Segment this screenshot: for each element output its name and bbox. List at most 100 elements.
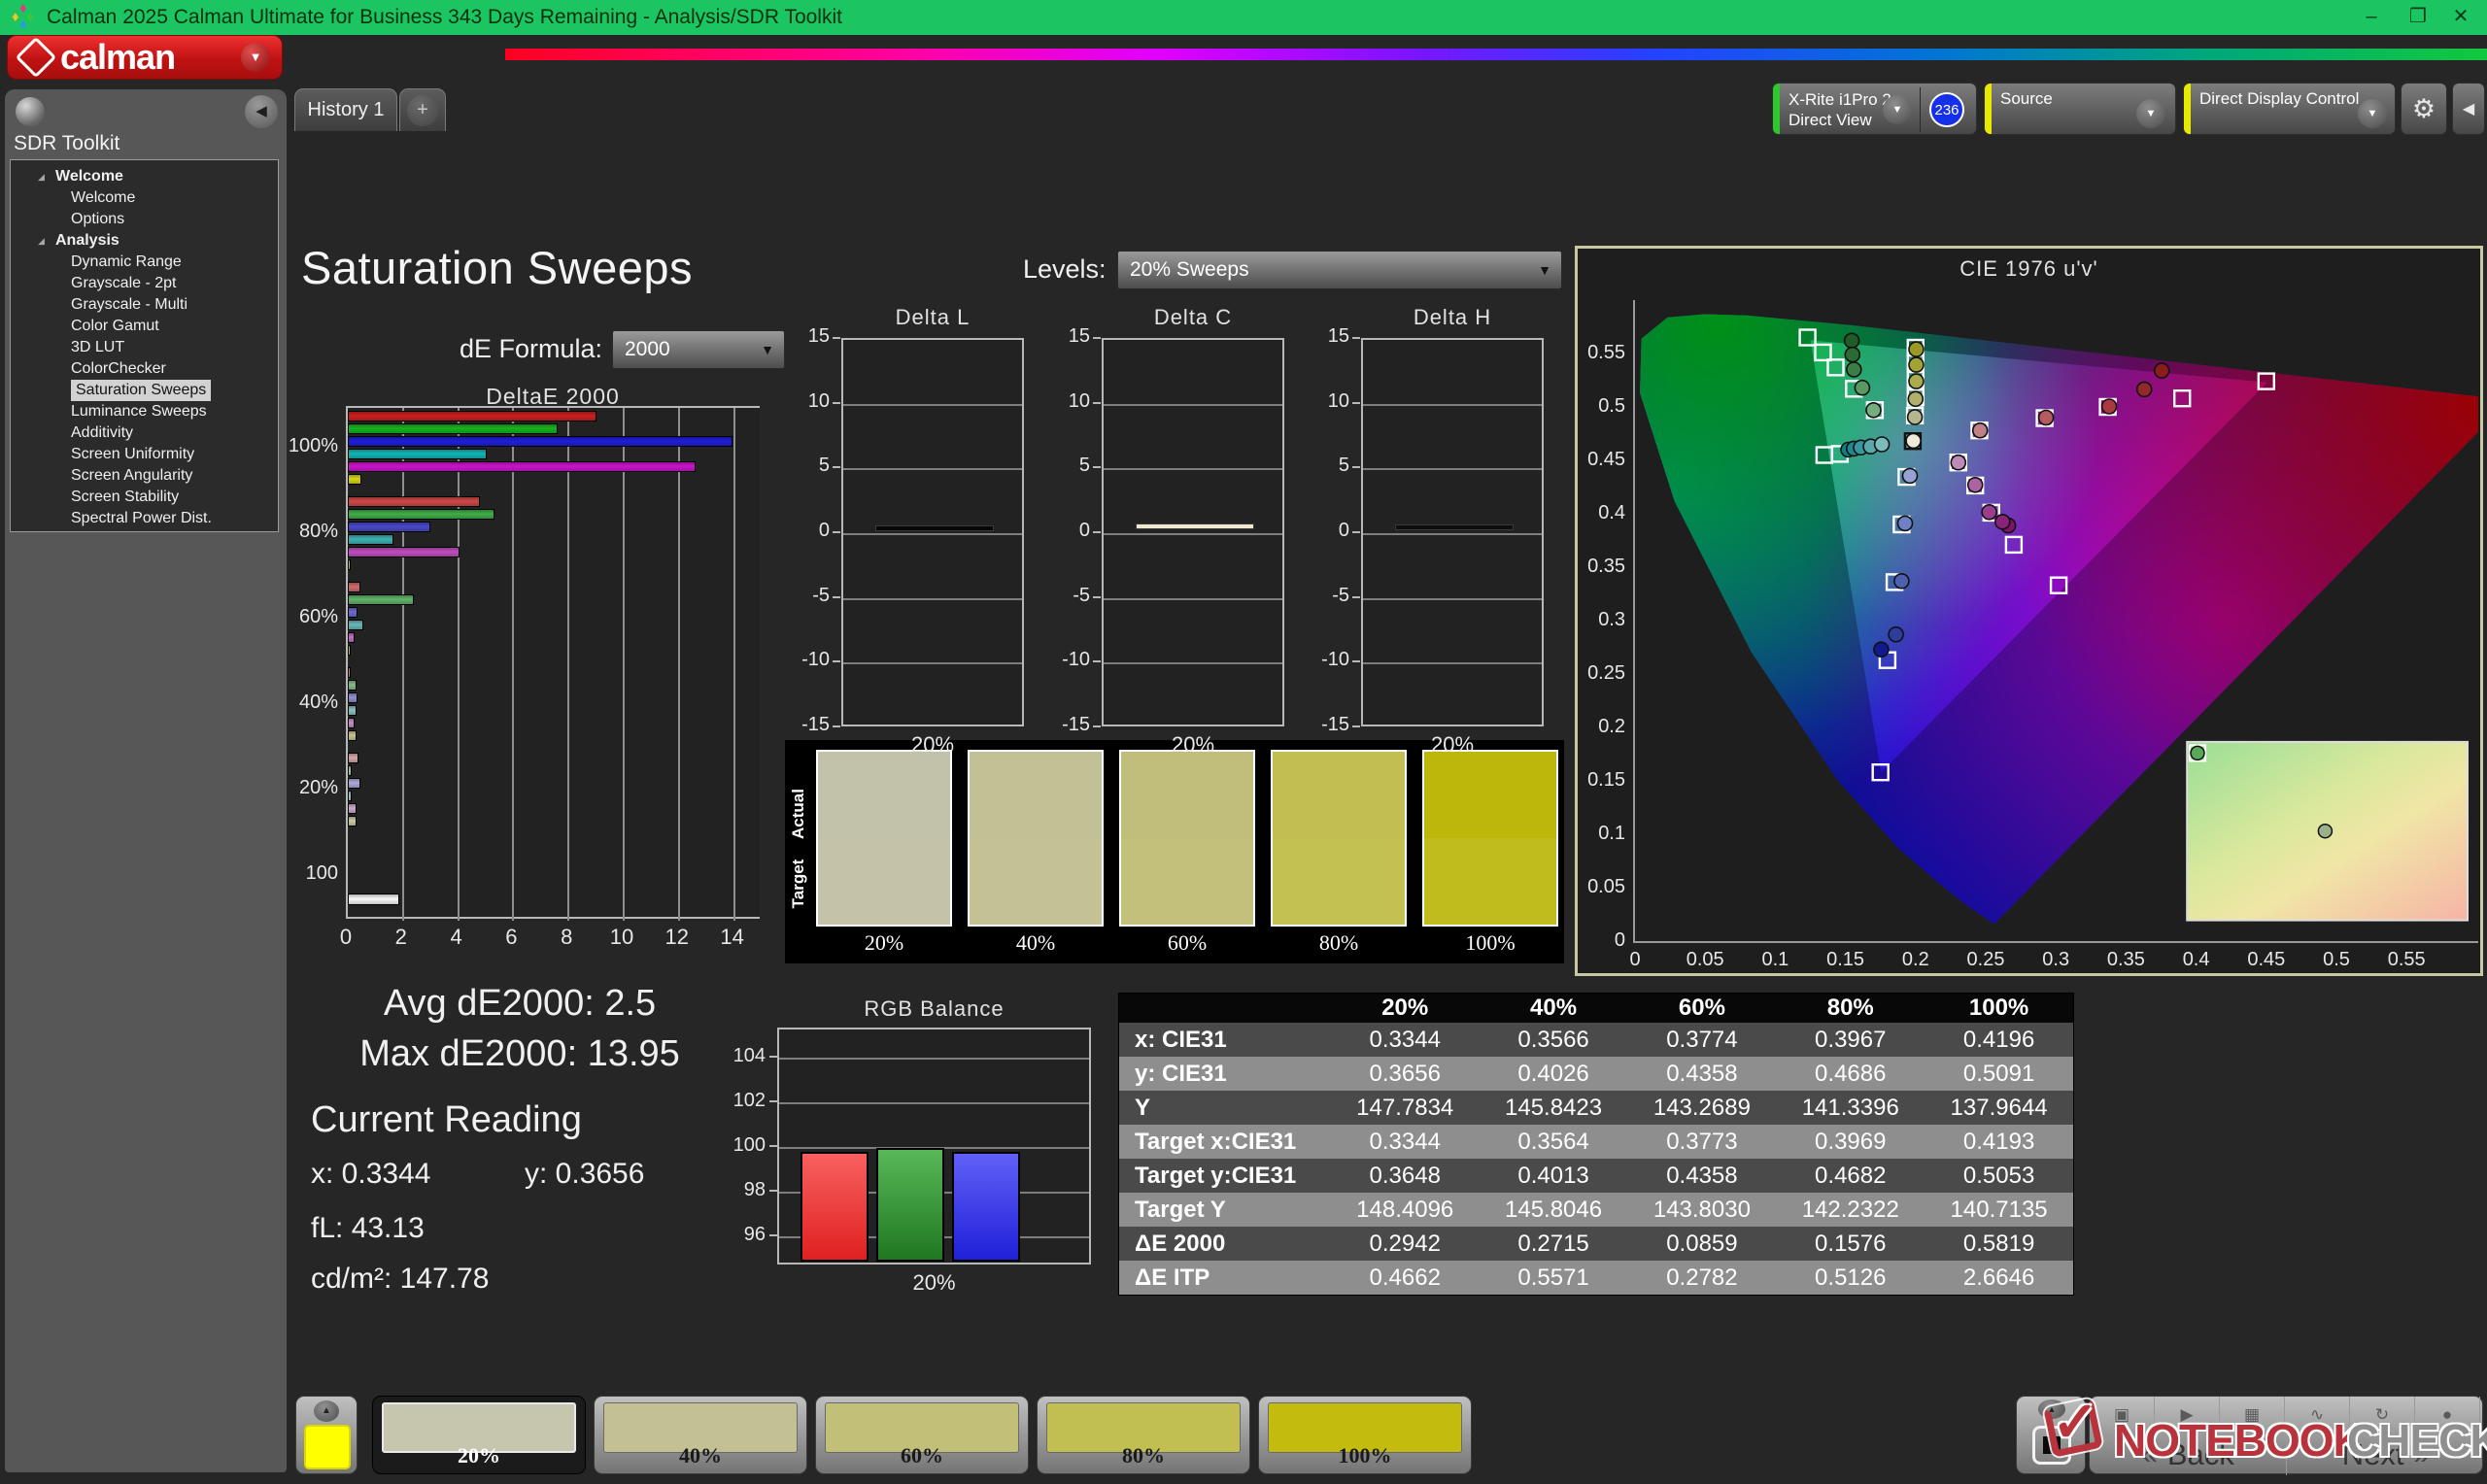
source-dropdown[interactable]: Source ▼ xyxy=(1984,83,2176,135)
tree-expand-icon[interactable]: ◢ xyxy=(38,166,45,187)
y-tick-label: -10 xyxy=(1041,649,1090,671)
y-tick-label: 15 xyxy=(1041,325,1090,348)
cie-measured-blue xyxy=(1894,574,1909,589)
sphere-icon[interactable] xyxy=(16,97,45,126)
pattern-button-100%[interactable]: 100% xyxy=(1258,1396,1472,1474)
logo-dropdown-icon[interactable]: ▼ xyxy=(241,43,270,72)
toggle-up-arrow-icon[interactable]: ▲ xyxy=(2038,1400,2065,1419)
tree-item-label: Grayscale - Multi xyxy=(71,294,187,316)
add-tab-button[interactable]: + xyxy=(399,88,446,131)
pattern-button-20%[interactable]: 20% xyxy=(372,1396,586,1474)
nav-icon-button-0[interactable]: ▣ xyxy=(2090,1397,2155,1433)
settings-button[interactable]: ⚙ xyxy=(2401,83,2447,135)
sidebar-item-colorchecker[interactable]: ColorChecker xyxy=(11,358,278,380)
de-bar-100%-3 xyxy=(348,449,487,459)
close-button[interactable]: ✕ xyxy=(2438,0,2483,35)
sidebar-item-saturation-sweeps[interactable]: Saturation Sweeps xyxy=(11,380,278,401)
pattern-button-60%[interactable]: 60% xyxy=(815,1396,1029,1474)
cie-x-tick-label: 0.4 xyxy=(2167,949,2226,971)
minimize-button[interactable]: – xyxy=(2349,0,2394,35)
pattern-up-arrow-icon[interactable]: ▲ xyxy=(314,1400,339,1422)
workflow-tree: ◢WelcomeWelcomeOptions◢AnalysisDynamic R… xyxy=(10,159,279,532)
swatch-column-100%: 100% xyxy=(1422,750,1558,956)
next-button[interactable]: Next» xyxy=(2288,1434,2484,1475)
tick-mark xyxy=(833,725,840,727)
cie-measured-blue xyxy=(1889,627,1903,642)
meter-chevron-down-icon[interactable]: ▼ xyxy=(1883,95,1912,124)
sidebar-item-3d-lut[interactable]: 3D LUT xyxy=(11,337,278,358)
meter-dropdown[interactable]: X-Rite i1Pro 2 Direct View ▼ 236 xyxy=(1772,83,1977,135)
sidebar-item-screen-angularity[interactable]: Screen Angularity xyxy=(11,465,278,487)
pattern-window-button[interactable]: ▲ xyxy=(295,1396,358,1474)
nav-icon-button-5[interactable]: ● xyxy=(2415,1397,2480,1433)
sidebar-item-screen-stability[interactable]: Screen Stability xyxy=(11,487,278,508)
tree-section-analysis[interactable]: ◢Analysis xyxy=(11,230,278,252)
y-tick-label: -5 xyxy=(1041,585,1090,607)
active-pattern-swatch[interactable] xyxy=(304,1425,351,1469)
table-cell: 0.5571 xyxy=(1480,1265,1628,1292)
gridline xyxy=(843,468,1022,470)
sidebar-item-grayscale-multi[interactable]: Grayscale - Multi xyxy=(11,294,278,316)
y-tick-label: 5 xyxy=(781,455,830,477)
tree-section-welcome[interactable]: ◢Welcome xyxy=(11,166,278,187)
nav-icon-button-1[interactable]: ▶ xyxy=(2155,1397,2220,1433)
gridline xyxy=(1104,662,1282,664)
pattern-button-80%[interactable]: 80% xyxy=(1037,1396,1250,1474)
sidebar-item-luminance-sweeps[interactable]: Luminance Sweeps xyxy=(11,401,278,422)
window-pattern-inner-square xyxy=(2043,1436,2061,1454)
table-row--e-itp: ΔE ITP0.46620.55710.27820.51262.6646 xyxy=(1119,1261,2073,1295)
sidebar-item-additivity[interactable]: Additivity xyxy=(11,422,278,444)
cie-y-tick-label: 0.55 xyxy=(1575,342,1625,364)
y-tick-label: -5 xyxy=(781,585,830,607)
de-bar-80%-5 xyxy=(348,559,351,570)
calman-menu-button[interactable]: calman ▼ xyxy=(7,35,283,80)
gridline xyxy=(458,408,460,921)
pattern-display-toggle-button[interactable]: ▲ xyxy=(2016,1396,2086,1474)
sidebar-item-grayscale-2pt[interactable]: Grayscale - 2pt xyxy=(11,273,278,294)
table-cell: 0.3564 xyxy=(1480,1129,1628,1156)
tab-history-1[interactable]: History 1 xyxy=(294,88,397,131)
sidebar-item-options[interactable]: Options xyxy=(11,209,278,230)
back-button[interactable]: «Back xyxy=(2090,1434,2287,1475)
cie-measured-blue xyxy=(1874,642,1889,657)
sidebar-collapse-button[interactable]: ◀ xyxy=(245,95,278,128)
gridline xyxy=(678,408,680,921)
display-control-chevron-down-icon[interactable]: ▼ xyxy=(2358,99,2387,128)
maximize-button[interactable]: ❐ xyxy=(2396,0,2440,35)
gridline xyxy=(733,408,735,921)
source-chevron-down-icon[interactable]: ▼ xyxy=(2136,99,2165,128)
table-cell: 0.2782 xyxy=(1627,1265,1776,1292)
panel-collapse-button[interactable]: ◀ xyxy=(2452,83,2485,135)
sidebar-item-color-gamut[interactable]: Color Gamut xyxy=(11,316,278,337)
nav-icon-button-4[interactable]: ↻ xyxy=(2350,1397,2415,1433)
cie-measured-yellow xyxy=(1908,410,1923,424)
tree-expand-icon[interactable]: ◢ xyxy=(38,230,45,252)
table-cell: 145.8046 xyxy=(1480,1197,1628,1224)
nav-icon-button-3[interactable]: ∿ xyxy=(2285,1397,2350,1433)
de-formula-dropdown[interactable]: 2000 ▼ xyxy=(612,330,785,369)
cie-measured-cyan xyxy=(1875,437,1890,452)
delta_l-x-label: 20% xyxy=(841,732,1024,758)
de-bar-60%-2 xyxy=(348,607,358,618)
table-cell: 0.4358 xyxy=(1627,1061,1776,1088)
sidebar-item-welcome[interactable]: Welcome xyxy=(11,187,278,209)
levels-dropdown[interactable]: 20% Sweeps ▼ xyxy=(1117,251,1562,289)
sidebar-item-screen-uniformity[interactable]: Screen Uniformity xyxy=(11,444,278,465)
cie-measured-yellow xyxy=(1909,357,1924,372)
cie-measured-yellow xyxy=(1909,342,1924,356)
table-cell: 0.4686 xyxy=(1776,1061,1925,1088)
tick-mark xyxy=(833,660,840,662)
cie-measured-green xyxy=(1866,403,1881,418)
table-col-header-40%: 40% xyxy=(1480,995,1628,1022)
sidebar-item-dynamic-range[interactable]: Dynamic Range xyxy=(11,252,278,273)
pattern-button-40%[interactable]: 40% xyxy=(594,1396,807,1474)
y-tick-label: 15 xyxy=(781,325,830,348)
table-cell: 147.7834 xyxy=(1331,1095,1480,1122)
de-bar-20%-3 xyxy=(348,791,352,801)
sidebar-item-spectral-power-dist-[interactable]: Spectral Power Dist. xyxy=(11,508,278,529)
nav-icon-button-2[interactable]: ▦ xyxy=(2220,1397,2285,1433)
display-control-dropdown[interactable]: Direct Display Control ▼ xyxy=(2183,83,2396,135)
table-cell: 0.4026 xyxy=(1480,1061,1628,1088)
table-row-label: Target y:CIE31 xyxy=(1119,1163,1331,1190)
cie-measured-green xyxy=(1855,381,1869,395)
